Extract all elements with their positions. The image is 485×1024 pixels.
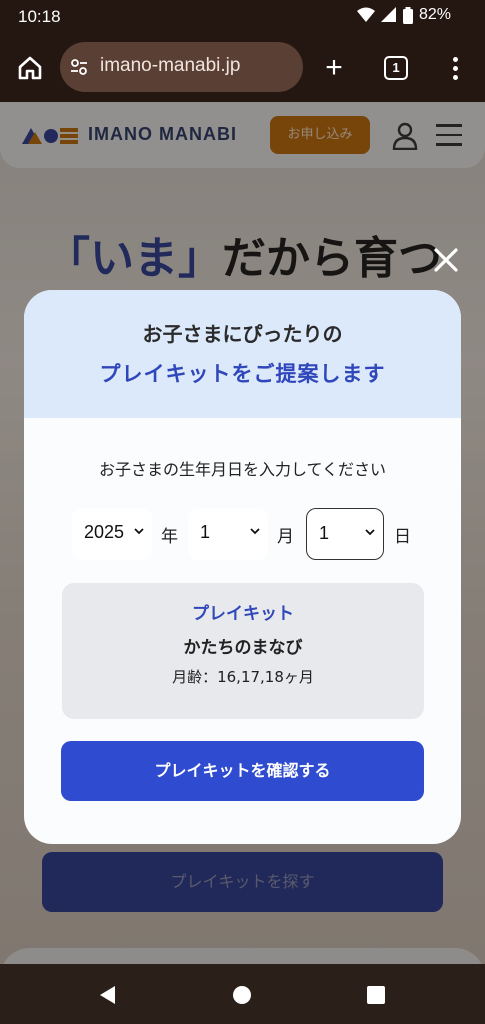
- signal-icon: [380, 7, 396, 22]
- chevron-down-icon: [365, 529, 375, 536]
- system-nav-bar: [0, 964, 485, 1024]
- url-bar[interactable]: imano-manabi.jp: [60, 42, 303, 92]
- month-select[interactable]: 1: [188, 508, 268, 560]
- confirm-playkit-button[interactable]: プレイキットを確認する: [61, 741, 424, 801]
- battery-level: 82%: [418, 6, 451, 23]
- battery-icon: [402, 6, 413, 24]
- playkit-suggestion-modal: お子さまにぴったりの プレイキットをご提案します お子さまの生年月日を入力してく…: [24, 290, 461, 844]
- chevron-down-icon: [134, 528, 144, 535]
- kit-label: プレイキット: [192, 604, 294, 624]
- year-unit: 年: [161, 527, 178, 547]
- day-unit: 日: [394, 527, 411, 547]
- month-value: 1: [200, 522, 211, 542]
- site-settings-icon[interactable]: [70, 58, 88, 76]
- day-value: 1: [319, 523, 330, 543]
- new-tab-icon[interactable]: +: [320, 53, 348, 83]
- year-value: 2025: [84, 522, 125, 542]
- back-icon[interactable]: [98, 985, 118, 1005]
- url-text[interactable]: imano-manabi.jp: [100, 55, 240, 77]
- year-select[interactable]: 2025: [72, 508, 152, 560]
- month-unit: 月: [277, 527, 294, 547]
- status-bar: 10:18 82%: [0, 0, 485, 34]
- browser-toolbar: imano-manabi.jp + 1: [0, 34, 485, 102]
- kit-name: かたちのまなび: [183, 638, 303, 658]
- day-select[interactable]: 1: [306, 508, 384, 560]
- chevron-down-icon: [250, 528, 260, 535]
- modal-header: お子さまにぴったりの プレイキットをご提案します: [24, 290, 461, 418]
- modal-title-line2: プレイキットをご提案します: [99, 362, 386, 386]
- close-icon[interactable]: [432, 246, 460, 274]
- playkit-result-card: プレイキット かたちのまなび 月齢：16,17,18ヶ月: [62, 583, 424, 719]
- modal-title-line1: お子さまにぴったりの: [142, 322, 343, 346]
- home-nav-icon[interactable]: [233, 986, 251, 1004]
- recents-icon[interactable]: [367, 986, 385, 1004]
- more-menu-icon[interactable]: [446, 54, 464, 82]
- status-icons: 82%: [356, 6, 451, 24]
- status-time: 10:18: [18, 7, 61, 26]
- birthdate-prompt: お子さまの生年月日を入力してください: [98, 460, 387, 479]
- wifi-icon: [356, 7, 375, 22]
- home-icon[interactable]: [16, 54, 44, 82]
- kit-age: 月齢：16,17,18ヶ月: [172, 668, 314, 686]
- tab-switcher-button[interactable]: 1: [384, 56, 408, 80]
